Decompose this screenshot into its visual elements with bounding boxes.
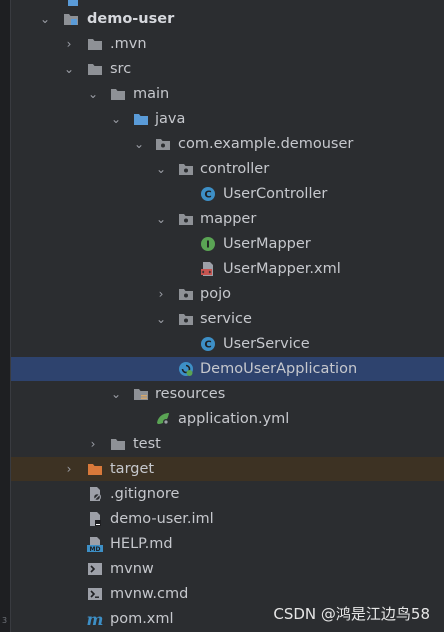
tree-row-user-mapper-xml[interactable]: UserMapper.xml xyxy=(11,257,444,281)
tree-row-user-service[interactable]: C UserService xyxy=(11,332,444,356)
tree-item-label: mvnw xyxy=(110,561,154,577)
folder-icon xyxy=(88,64,102,75)
tree-row-gitignore[interactable]: .gitignore xyxy=(11,482,444,506)
tree-row-user-mapper[interactable]: I UserMapper xyxy=(11,232,444,256)
module-folder-icon xyxy=(64,14,78,25)
svg-text:m: m xyxy=(87,611,103,627)
tree-row-src[interactable]: ⌄ src xyxy=(11,57,444,81)
package-icon xyxy=(156,139,170,150)
tree-row-main[interactable]: ⌄ main xyxy=(11,82,444,106)
package-icon xyxy=(179,164,193,175)
resources-folder-icon xyxy=(134,389,148,400)
svg-text:C: C xyxy=(204,190,211,201)
tree-item-label: mvnw.cmd xyxy=(110,586,189,602)
chevron-right-icon[interactable]: › xyxy=(87,437,99,451)
tree-item-label: .mvn xyxy=(110,36,147,52)
watermark: CSDN @鸿是江边鸟58 xyxy=(273,605,430,623)
svg-text:I: I xyxy=(206,240,210,251)
tree-row-resources[interactable]: ⌄ resources xyxy=(11,382,444,406)
tree-item-label: src xyxy=(110,61,132,77)
tree-row-target[interactable]: › target xyxy=(11,457,444,481)
svg-text:C: C xyxy=(204,340,211,351)
source-root-folder-icon xyxy=(134,114,148,125)
tree-item-label: HELP.md xyxy=(110,536,173,552)
tree-row-pojo[interactable]: › pojo xyxy=(11,282,444,306)
class-icon: C xyxy=(201,187,215,201)
tree-row-test[interactable]: › test xyxy=(11,432,444,456)
chevron-down-icon[interactable]: ⌄ xyxy=(39,12,51,26)
chevron-down-icon[interactable]: ⌄ xyxy=(133,137,145,151)
tree-row-package-root[interactable]: ⌄ com.example.demouser xyxy=(11,132,444,156)
tree-item-label: pom.xml xyxy=(110,611,174,627)
tree-item-label: pojo xyxy=(200,286,231,302)
tree-row-controller[interactable]: ⌄ controller xyxy=(11,157,444,181)
package-icon xyxy=(179,314,193,325)
class-icon: C xyxy=(201,337,215,351)
folder-icon xyxy=(111,439,125,450)
tree-item-label: demo-user.iml xyxy=(110,511,214,527)
tree-row-application-yml[interactable]: application.yml xyxy=(11,407,444,431)
tree-item-label: DemoUserApplication xyxy=(200,361,358,377)
tree-item-label: demo-user xyxy=(87,11,175,27)
interface-icon: I xyxy=(201,237,215,251)
chevron-down-icon[interactable]: ⌄ xyxy=(110,387,122,401)
tree-item-label: com.example.demouser xyxy=(178,136,354,152)
shell-script-icon xyxy=(88,563,102,575)
chevron-down-icon[interactable]: ⌄ xyxy=(155,312,167,326)
package-icon xyxy=(179,214,193,225)
iml-file-icon xyxy=(90,512,101,526)
chevron-down-icon[interactable]: ⌄ xyxy=(110,112,122,126)
tree-item-label: UserMapper.xml xyxy=(223,261,341,277)
package-icon xyxy=(179,289,193,300)
chevron-down-icon[interactable]: ⌄ xyxy=(155,212,167,226)
tree-item-label: service xyxy=(200,311,252,327)
chevron-down-icon[interactable]: ⌄ xyxy=(63,62,75,76)
cmd-file-icon xyxy=(88,588,102,600)
tree-row-demo-user-application[interactable]: DemoUserApplication xyxy=(11,357,444,381)
chevron-right-icon[interactable]: › xyxy=(155,287,167,301)
tree-item-label: .gitignore xyxy=(110,486,180,502)
gitignore-file-icon xyxy=(90,487,102,502)
tree-row-mvnw[interactable]: mvnw xyxy=(11,557,444,581)
tree-item-label: java xyxy=(155,111,186,127)
xml-file-icon xyxy=(201,262,213,276)
tree-item-label: test xyxy=(133,436,161,452)
spring-config-icon xyxy=(157,413,169,425)
tree-item-label: target xyxy=(110,461,155,477)
chevron-right-icon[interactable]: › xyxy=(63,462,75,476)
tree-item-label: resources xyxy=(155,386,226,402)
left-gutter: 3 xyxy=(0,0,11,632)
chevron-right-icon[interactable]: › xyxy=(63,37,75,51)
tree-item-label: UserMapper xyxy=(223,236,311,252)
chevron-down-icon[interactable]: ⌄ xyxy=(87,87,99,101)
chevron-down-icon[interactable]: ⌄ xyxy=(155,162,167,176)
tree-row-mapper[interactable]: ⌄ mapper xyxy=(11,207,444,231)
tree-row-java[interactable]: ⌄ java xyxy=(11,107,444,131)
tree-item-label: application.yml xyxy=(178,411,290,427)
folder-icon xyxy=(88,39,102,50)
markdown-file-icon: MD xyxy=(87,537,103,552)
tree-item-label: main xyxy=(133,86,170,102)
tree-row-demo-user-iml[interactable]: demo-user.iml xyxy=(11,507,444,531)
tree-item-label: controller xyxy=(200,161,270,177)
spring-boot-app-icon xyxy=(179,362,193,376)
tree-item-label: mapper xyxy=(200,211,257,227)
folder-icon xyxy=(111,89,125,100)
tree-item-label: UserController xyxy=(223,186,328,202)
excluded-folder-icon xyxy=(88,464,102,475)
tree-row-service[interactable]: ⌄ service xyxy=(11,307,444,331)
tree-row-mvn[interactable]: › .mvn xyxy=(11,32,444,56)
tree-item-label: UserService xyxy=(223,336,310,352)
tree-row-demo-user[interactable]: ⌄ demo-user xyxy=(11,7,444,31)
gutter-marker: 3 xyxy=(2,616,8,625)
svg-text:MD: MD xyxy=(90,546,101,552)
maven-pom-icon: m xyxy=(87,611,103,627)
project-tree[interactable]: ⌄ demo-user › .mvn ⌄ src ⌄ main ⌄ java ⌄… xyxy=(11,0,444,632)
tree-row-help-md[interactable]: MD HELP.md xyxy=(11,532,444,556)
tree-row-user-controller[interactable]: C UserController xyxy=(11,182,444,206)
